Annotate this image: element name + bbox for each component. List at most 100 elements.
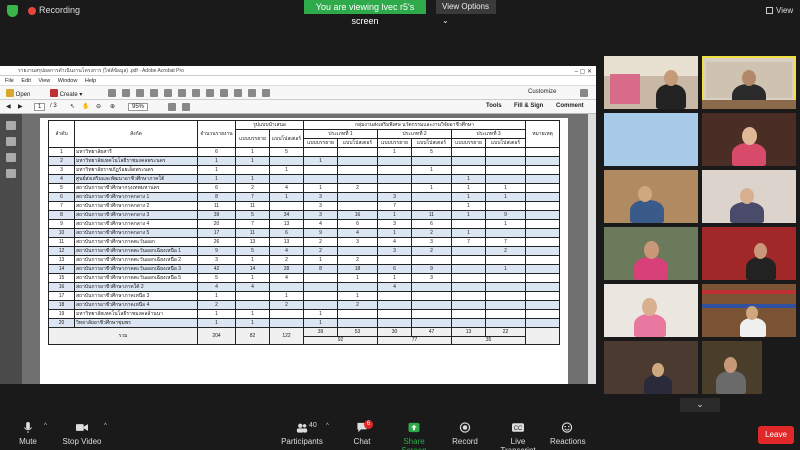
participant-tile[interactable]: [604, 341, 698, 394]
menu-view[interactable]: View: [38, 78, 50, 84]
participant-tile[interactable]: [604, 113, 698, 166]
table-cell: 1: [451, 210, 486, 220]
table-cell: [337, 201, 378, 211]
create-button[interactable]: Create ▾: [50, 89, 82, 98]
edit-tool-icon[interactable]: [248, 89, 256, 98]
save-icon[interactable]: [108, 89, 116, 98]
participants-button[interactable]: Participants 40 ^: [280, 422, 329, 446]
table-cell: [269, 282, 304, 292]
active-speaker-tile[interactable]: [702, 56, 796, 109]
fit-page-icon[interactable]: [168, 103, 176, 112]
participant-tile[interactable]: [604, 170, 698, 223]
share-screen-button[interactable]: Share Screen: [392, 422, 436, 450]
select-tool-icon[interactable]: ↖: [70, 103, 75, 110]
hand-tool-icon[interactable]: ✋: [82, 103, 89, 110]
participant-tile[interactable]: [702, 284, 796, 337]
table-cell: [451, 219, 486, 229]
settings-icon[interactable]: [136, 89, 144, 98]
text-tool-icon[interactable]: [234, 89, 242, 98]
table-cell: [451, 255, 486, 265]
leave-button[interactable]: Leave: [758, 426, 794, 444]
table-cell: [451, 156, 486, 166]
table-cell: [303, 147, 338, 157]
table-cell: [377, 309, 412, 319]
table-cell: สถาบันการอาชีวศึกษากรุงเทพมหานคร: [74, 183, 198, 193]
mute-options-caret-icon[interactable]: ^: [44, 423, 47, 429]
comment-bubble-icon[interactable]: [178, 89, 186, 98]
menu-edit[interactable]: Edit: [21, 78, 30, 84]
table-cell: 11: [235, 228, 270, 238]
vertical-scrollbar[interactable]: [588, 114, 596, 384]
menu-window[interactable]: Window: [58, 78, 78, 84]
participant-tile[interactable]: [604, 284, 698, 337]
open-button[interactable]: Open: [6, 89, 30, 98]
closed-caption-icon: CC: [512, 423, 524, 432]
bookmarks-icon[interactable]: [6, 137, 16, 146]
zoom-top-bar: Recording You are viewing lvec r5's scre…: [0, 0, 800, 26]
header-note: หมายเหตุ: [525, 120, 560, 148]
table-cell: 13: [235, 237, 270, 247]
page-number-input[interactable]: 1: [34, 103, 46, 111]
expand-icon[interactable]: [580, 89, 588, 98]
participant-tile[interactable]: [604, 56, 698, 109]
share-icon[interactable]: [164, 89, 172, 98]
table-cell: 4: [48, 174, 75, 184]
stop-video-button[interactable]: Stop Video ^: [62, 422, 107, 446]
mute-label: Mute: [19, 437, 37, 446]
print-icon[interactable]: [122, 89, 130, 98]
stamp-icon[interactable]: [206, 89, 214, 98]
menu-file[interactable]: File: [5, 78, 14, 84]
participant-tile[interactable]: [702, 170, 796, 223]
record-button[interactable]: Record: [452, 422, 478, 446]
fit-width-icon[interactable]: [182, 103, 190, 112]
stop-video-label: Stop Video: [62, 437, 102, 446]
table-cell: 5: [235, 246, 270, 256]
table-cell: [485, 228, 526, 238]
chat-button[interactable]: Chat 6: [352, 420, 373, 446]
view-button[interactable]: View: [766, 6, 793, 15]
pages-panel-icon[interactable]: [6, 121, 16, 130]
viewing-screen-banner: You are viewing lvec r5's screen: [304, 0, 426, 26]
comment-tab[interactable]: Comment: [556, 103, 584, 109]
table-cell: [269, 174, 304, 184]
table-cell: [525, 255, 560, 265]
security-shield-icon[interactable]: [7, 5, 18, 17]
table-cell: 8: [303, 264, 338, 274]
signature-panel-icon[interactable]: [6, 169, 16, 178]
next-page-icon[interactable]: ▶: [18, 103, 23, 110]
participants-caret-icon[interactable]: ^: [326, 423, 329, 429]
table-cell: 1: [451, 174, 486, 184]
page-total: / 3: [50, 103, 57, 109]
participant-tile[interactable]: [702, 113, 796, 166]
attach-icon[interactable]: [220, 89, 228, 98]
customize-button[interactable]: Customize: [528, 89, 556, 95]
zoom-in-icon[interactable]: ⊕: [110, 103, 115, 110]
table-cell: [525, 309, 560, 319]
menu-help[interactable]: Help: [85, 78, 96, 84]
table-cell: [485, 309, 526, 319]
fill-sign-tab[interactable]: Fill & Sign: [514, 103, 543, 109]
table-body: 1 มหาวิทยาลัยสารี 6 1 5 1 5 2 มหาวิทยาลัยเทคโนโล…: [48, 147, 560, 328]
table-cell: 13: [269, 219, 304, 229]
email-icon[interactable]: [150, 89, 158, 98]
participant-tile[interactable]: [604, 227, 698, 280]
participant-tile[interactable]: [702, 227, 796, 280]
view-options-button[interactable]: View Options ⌄: [436, 0, 496, 25]
participant-tile[interactable]: [702, 341, 762, 394]
mute-button[interactable]: Mute ^: [12, 422, 47, 446]
table-cell: 7: [377, 201, 412, 211]
attachment-panel-icon[interactable]: [6, 153, 16, 162]
zoom-input[interactable]: 95%: [128, 103, 149, 111]
live-transcript-button[interactable]: CC Live Transcript: [492, 422, 544, 450]
table-cell: 14: [48, 264, 75, 274]
sign-icon[interactable]: [262, 89, 270, 98]
tools-tab[interactable]: Tools: [486, 103, 502, 109]
highlight-icon[interactable]: [192, 89, 200, 98]
reactions-button[interactable]: Reactions: [550, 422, 586, 446]
video-options-caret-icon[interactable]: ^: [104, 423, 107, 429]
zoom-out-icon[interactable]: ⊖: [96, 103, 101, 110]
gallery-scroll-down-button[interactable]: ⌄: [680, 398, 720, 412]
window-controls-icon[interactable]: ‒ ▢ ✕: [575, 67, 592, 77]
prev-page-icon[interactable]: ◀: [6, 103, 11, 110]
header-no: ลำดับ: [48, 120, 75, 148]
